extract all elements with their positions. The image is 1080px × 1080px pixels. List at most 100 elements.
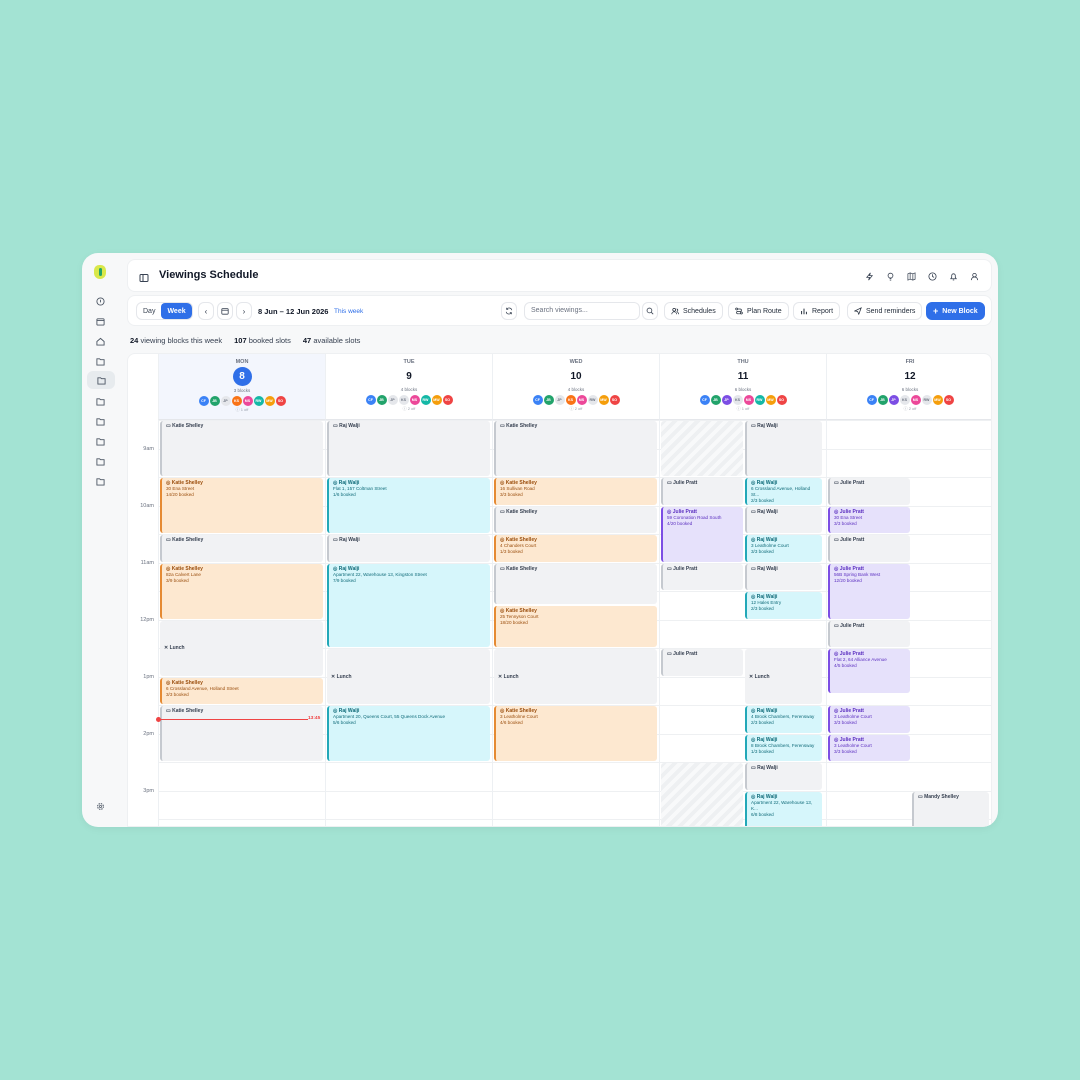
avatar[interactable]: JB [710, 395, 721, 405]
bell-icon[interactable] [946, 269, 960, 283]
avatar[interactable]: MS [576, 395, 587, 405]
schedules-button[interactable]: Schedules [664, 302, 723, 320]
avatar[interactable]: KS [231, 396, 242, 406]
viewing-block[interactable]: ▭ Raj Walji [327, 421, 490, 476]
viewing-block[interactable]: ▭ Julie Pratt [661, 478, 743, 505]
avatar[interactable]: MW [932, 395, 943, 405]
day-header-fri[interactable]: FRI 12 6 blocks CF JB JP KS MS RW MW SO ⓘ 2 off [826, 354, 991, 420]
search-button[interactable] [642, 302, 658, 320]
lunch-block[interactable]: ✕ Lunch [327, 649, 490, 704]
viewing-block[interactable]: ▭ Katie Shelley [160, 535, 323, 562]
avatar[interactable]: CF [532, 395, 543, 405]
calendar-icon[interactable] [92, 314, 108, 328]
viewing-block[interactable]: ◎ Raj Walji 4 Brook Chambers, Ferensway 2/… [745, 706, 822, 733]
viewing-block[interactable]: ◎ Raj Walji Flat 1, 157 Coltman Street 1/6… [327, 478, 490, 533]
viewing-block[interactable]: ◎ Raj Walji 6 Crossland Avenue, Holland S… [745, 478, 822, 505]
plan-route-button[interactable]: Plan Route [728, 302, 789, 320]
viewing-block[interactable]: ◎ Katie Shelley 16 Sullivan Road 3/3 booke… [494, 478, 657, 505]
viewing-block[interactable]: ◎ Raj Walji 8 Brook Chambers, Ferensway 1/… [745, 734, 822, 761]
avatar[interactable]: JP [554, 395, 565, 405]
lunch-block[interactable]: ✕ Lunch [745, 649, 822, 704]
folder-icon[interactable] [92, 454, 108, 468]
dashboard-icon[interactable] [92, 294, 108, 308]
avatar[interactable]: SO [442, 395, 453, 405]
viewing-block[interactable]: ◎ Raj Walji 3 Leatholme Court 3/3 booked [745, 535, 822, 562]
avatar[interactable]: JB [209, 396, 220, 406]
avatar[interactable]: JP [721, 395, 732, 405]
viewing-block[interactable]: ▭ Julie Pratt [828, 535, 910, 562]
viewing-block[interactable]: ▭ Katie Shelley [160, 421, 323, 476]
viewing-block[interactable]: ◎ Julie Pratt 56B Spring Bank West 12/20 b… [828, 563, 910, 619]
avatar[interactable]: RW [921, 395, 932, 405]
search-input[interactable]: Search viewings... [524, 302, 640, 320]
viewing-block[interactable]: ◎ Katie Shelley 4 Chanders Court 1/3 booke… [494, 535, 657, 562]
avatar[interactable]: KS [732, 395, 743, 405]
viewing-block[interactable]: ◎ Julie Pratt 30 Ena Street 3/3 booked [828, 506, 910, 533]
avatar[interactable]: CF [365, 395, 376, 405]
avatar[interactable]: SO [275, 396, 286, 406]
viewing-block[interactable]: ◎ Katie Shelley 6 Crossland Avenue, Holla… [160, 677, 323, 704]
viewing-block[interactable]: ▭ Raj Walji [745, 763, 822, 790]
avatar[interactable]: JP [220, 396, 231, 406]
day-header-tue[interactable]: TUE 9 4 blocks CF JB JP KS MS RW MW SO ⓘ 2 off [325, 354, 492, 420]
lunch-block[interactable]: ✕ Lunch [494, 649, 657, 704]
new-block-button[interactable]: + New Block [926, 302, 985, 320]
date-picker-button[interactable] [217, 302, 233, 320]
view-week-button[interactable]: Week [161, 303, 192, 319]
viewing-block[interactable]: ◎ Julie Pratt 3 Leatholme Court 3/3 booked [828, 706, 910, 733]
viewing-block[interactable]: ▭ Julie Pratt [661, 649, 743, 676]
viewing-block[interactable]: ◎ Julie Pratt 3 Leatholme Court 3/3 booked [828, 734, 910, 761]
avatar[interactable]: JB [877, 395, 888, 405]
send-reminders-button[interactable]: Send reminders [847, 302, 923, 320]
avatar[interactable]: JB [543, 395, 554, 405]
viewing-block[interactable]: ◎ Katie Shelley 25 Tennyson Court 18/20 bo… [494, 606, 657, 647]
viewing-block[interactable]: ▭ Katie Shelley [494, 421, 657, 476]
avatar[interactable]: MW [431, 395, 442, 405]
viewing-block[interactable]: ▭ Raj Walji [745, 421, 822, 476]
folder-icon-active[interactable] [87, 371, 115, 389]
viewing-block[interactable]: ▭ Julie Pratt [661, 563, 743, 590]
folder-icon[interactable] [92, 394, 108, 408]
avatar[interactable]: MW [765, 395, 776, 405]
viewing-block[interactable]: ◎ Katie Shelley 3 Leatholme Court 4/6 book… [494, 706, 657, 761]
viewing-block[interactable]: ◎ Julie Pratt 59 Coronation Road South 4/2… [661, 506, 743, 562]
folder-icon[interactable] [92, 414, 108, 428]
viewing-block[interactable]: ◎ Raj Walji Apartment 22, Warehouse 13, K… [327, 563, 490, 647]
map-icon[interactable] [904, 269, 918, 283]
viewing-block[interactable]: ◎ Julie Pratt Flat 2, 64 Alliance Avenue 4… [828, 649, 910, 693]
viewing-block[interactable]: ▭ Mandy Shelley [912, 791, 989, 826]
avatar[interactable]: KS [398, 395, 409, 405]
viewing-block[interactable]: ▭ Raj Walji [745, 563, 822, 590]
bolt-icon[interactable] [862, 269, 876, 283]
avatar[interactable]: RW [754, 395, 765, 405]
clock-icon[interactable] [925, 269, 939, 283]
lightbulb-icon[interactable] [883, 269, 897, 283]
avatar[interactable]: RW [420, 395, 431, 405]
viewing-block[interactable]: ◎ Raj Walji 12 Hales Entry 2/3 booked [745, 592, 822, 619]
lunch-block[interactable]: ✕ Lunch [160, 620, 323, 676]
avatar[interactable]: JB [376, 395, 387, 405]
day-header-wed[interactable]: WED 10 4 blocks CF JB JP KS MS RW MW SO ⓘ 2 off [492, 354, 659, 420]
refresh-button[interactable] [501, 302, 517, 320]
folder-icon[interactable] [92, 434, 108, 448]
avatar[interactable]: JP [888, 395, 899, 405]
viewing-block[interactable]: ◎ Katie Shelley 30 Ena Street 14/20 booked [160, 478, 323, 533]
viewing-block[interactable]: ▭ Katie Shelley [494, 506, 657, 533]
avatar[interactable]: MS [743, 395, 754, 405]
prev-week-button[interactable]: ‹ [198, 302, 214, 320]
avatar[interactable]: CF [866, 395, 877, 405]
viewing-block[interactable]: ▭ Katie Shelley [494, 563, 657, 605]
viewing-block[interactable]: ◎ Raj Walji Apartment 20, Queens Court, 5… [327, 706, 490, 761]
avatar[interactable]: CF [699, 395, 710, 405]
avatar[interactable]: JP [387, 395, 398, 405]
viewing-block[interactable]: ▭ Raj Walji [327, 535, 490, 562]
avatar[interactable]: SO [609, 395, 620, 405]
home-icon[interactable] [92, 334, 108, 348]
user-icon[interactable] [967, 269, 981, 283]
view-day-button[interactable]: Day [137, 303, 161, 319]
viewing-block[interactable]: ▭ Julie Pratt [828, 620, 910, 647]
avatar[interactable]: KS [565, 395, 576, 405]
avatar[interactable]: RW [253, 396, 264, 406]
viewing-block[interactable]: ▭ Katie Shelley [160, 706, 323, 761]
viewing-block[interactable]: ▭ Raj Walji [745, 506, 822, 533]
